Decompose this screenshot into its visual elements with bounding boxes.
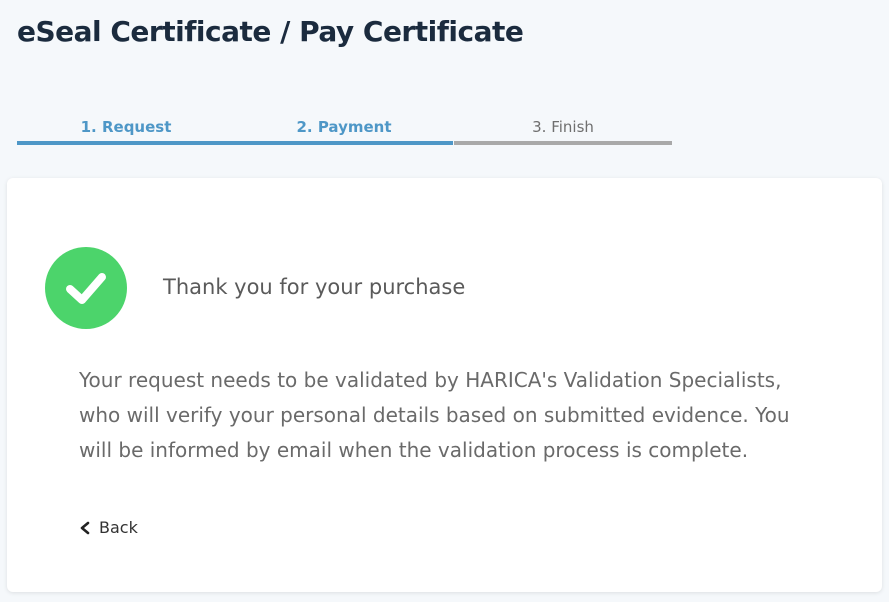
validation-message: Your request needs to be validated by HA… xyxy=(79,363,839,468)
confirmation-heading: Thank you for your purchase xyxy=(163,275,466,299)
step-finish: 3. Finish xyxy=(454,117,672,145)
checkmark-icon xyxy=(66,273,106,304)
back-link[interactable]: Back xyxy=(79,518,138,537)
message-line: will be informed by email when the valid… xyxy=(79,438,749,462)
step-request: 1. Request xyxy=(17,117,235,145)
step-progress-bar xyxy=(235,141,453,145)
step-progress-bar xyxy=(454,141,672,145)
progress-stepper: 1. Request 2. Payment 3. Finish xyxy=(17,117,672,145)
step-progress-bar xyxy=(17,141,235,145)
check-circle-icon xyxy=(45,247,127,329)
page-title: eSeal Certificate / Pay Certificate xyxy=(17,15,524,48)
step-label: 3. Finish xyxy=(532,118,594,136)
step-payment: 2. Payment xyxy=(235,117,453,145)
message-line: who will verify your personal details ba… xyxy=(79,403,790,427)
back-label: Back xyxy=(99,518,138,537)
confirmation-card: Thank you for your purchase Your request… xyxy=(7,178,882,592)
page: eSeal Certificate / Pay Certificate 1. R… xyxy=(0,0,889,602)
step-label: 2. Payment xyxy=(296,118,392,136)
chevron-left-icon xyxy=(80,521,90,534)
step-label: 1. Request xyxy=(80,118,172,136)
message-line: Your request needs to be validated by HA… xyxy=(79,368,782,392)
